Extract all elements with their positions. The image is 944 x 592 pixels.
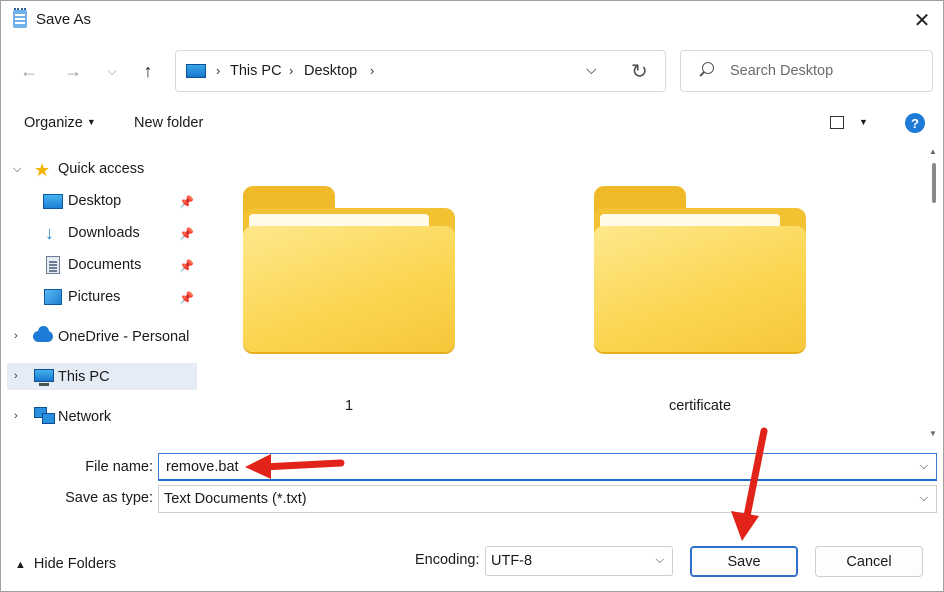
pin-icon: 📌 bbox=[179, 195, 194, 209]
close-button[interactable]: ✕ bbox=[899, 1, 943, 39]
pin-icon: 📌 bbox=[179, 227, 194, 241]
folder-item-icon[interactable] bbox=[594, 186, 806, 356]
back-button[interactable]: ← bbox=[15, 57, 43, 85]
onedrive-icon bbox=[33, 326, 53, 342]
up-button[interactable]: ↑ bbox=[134, 57, 162, 85]
sidebar-item-documents[interactable]: Documents bbox=[68, 257, 141, 273]
save-as-dialog: Save As ✕ ← → ⌵ ↑ › This PC › Desktop › … bbox=[0, 0, 944, 592]
download-icon: ↓ bbox=[45, 223, 54, 243]
scrollbar-thumb[interactable] bbox=[932, 163, 936, 203]
arrow-right-icon: → bbox=[64, 60, 82, 81]
pictures-icon bbox=[44, 289, 62, 305]
chevron-right-icon[interactable]: › bbox=[14, 370, 18, 382]
folder-name[interactable]: certificate bbox=[594, 398, 806, 414]
refresh-icon[interactable]: ↻ bbox=[631, 59, 648, 84]
sidebar-item-desktop[interactable]: Desktop bbox=[68, 193, 121, 209]
folder-name[interactable]: 1 bbox=[243, 398, 455, 414]
save-as-type-label: Save as type: bbox=[65, 490, 153, 506]
arrow-left-icon: ← bbox=[20, 60, 38, 81]
view-options-icon[interactable] bbox=[830, 116, 844, 129]
documents-icon bbox=[46, 256, 60, 274]
breadcrumb-separator-icon: › bbox=[370, 63, 375, 78]
title-bar: Save As ✕ bbox=[1, 1, 943, 41]
chevron-up-icon: ▲ bbox=[15, 559, 26, 571]
organize-label: Organize bbox=[24, 115, 83, 131]
cancel-button[interactable]: Cancel bbox=[815, 546, 923, 577]
this-pc-icon bbox=[186, 64, 206, 78]
sidebar-item-quick-access[interactable]: Quick access bbox=[58, 161, 144, 177]
sidebar-item-network[interactable]: Network bbox=[58, 409, 111, 425]
sidebar-item-downloads[interactable]: Downloads bbox=[68, 225, 140, 241]
hide-folders-label: Hide Folders bbox=[33, 556, 117, 572]
scroll-up-icon[interactable]: ▲ bbox=[929, 147, 937, 156]
arrow-up-icon: ↑ bbox=[143, 60, 153, 81]
breadcrumb-separator-icon: › bbox=[216, 63, 221, 78]
pin-icon: 📌 bbox=[179, 291, 194, 305]
encoding-select[interactable]: UTF-8 ⌵ bbox=[485, 546, 673, 576]
chevron-down-icon[interactable]: ⌵ bbox=[920, 460, 928, 473]
scroll-down-icon[interactable]: ▼ bbox=[929, 429, 937, 438]
address-bar[interactable]: › This PC › Desktop › ⌵ ↻ bbox=[175, 50, 666, 92]
sidebar-item-pictures[interactable]: Pictures bbox=[68, 289, 120, 305]
network-icon bbox=[34, 407, 55, 424]
chevron-right-icon[interactable]: › bbox=[14, 410, 18, 422]
save-button[interactable]: Save bbox=[690, 546, 798, 577]
file-name-field[interactable]: remove.bat ⌵ bbox=[158, 453, 937, 481]
chevron-down-icon[interactable]: ⌵ bbox=[13, 163, 21, 176]
close-icon: ✕ bbox=[913, 9, 931, 32]
save-as-type-select[interactable]: Text Documents (*.txt) ⌵ bbox=[158, 485, 937, 513]
desktop-icon bbox=[43, 194, 63, 209]
notepad-icon bbox=[13, 8, 27, 28]
folder-item-icon[interactable] bbox=[243, 186, 455, 356]
save-as-type-value: Text Documents (*.txt) bbox=[164, 491, 307, 507]
chevron-down-icon: ⌵ bbox=[107, 63, 117, 78]
breadcrumb-desktop[interactable]: Desktop bbox=[304, 63, 357, 79]
search-icon bbox=[699, 62, 714, 76]
hide-folders-button[interactable]: ▲ Hide Folders bbox=[15, 556, 116, 572]
search-box[interactable]: Search Desktop bbox=[680, 50, 933, 92]
breadcrumb-separator-icon: › bbox=[289, 63, 294, 78]
pin-icon: 📌 bbox=[179, 259, 194, 273]
file-name-label: File name: bbox=[85, 459, 153, 475]
chevron-right-icon[interactable]: › bbox=[14, 330, 18, 342]
save-annotation-arrowhead bbox=[731, 511, 759, 541]
file-name-value: remove.bat bbox=[166, 459, 239, 475]
new-folder-button[interactable]: New folder bbox=[134, 115, 203, 131]
sidebar-item-onedrive[interactable]: OneDrive - Personal bbox=[58, 329, 189, 345]
star-icon: ★ bbox=[34, 160, 51, 180]
window-title: Save As bbox=[36, 11, 92, 28]
this-pc-icon bbox=[34, 369, 54, 386]
caret-down-icon: ▼ bbox=[86, 117, 96, 127]
search-placeholder: Search Desktop bbox=[730, 63, 834, 79]
help-icon[interactable]: ? bbox=[905, 113, 925, 133]
forward-button[interactable]: → bbox=[59, 57, 87, 85]
address-dropdown-icon[interactable]: ⌵ bbox=[586, 61, 597, 78]
chevron-down-icon: ⌵ bbox=[655, 554, 664, 566]
encoding-label: Encoding: bbox=[415, 552, 480, 568]
organize-button[interactable]: Organize ▼ bbox=[24, 115, 96, 131]
chevron-down-icon[interactable]: ⌵ bbox=[920, 492, 928, 505]
encoding-value: UTF-8 bbox=[491, 553, 533, 569]
sidebar-item-this-pc[interactable]: This PC bbox=[58, 369, 110, 385]
caret-down-icon[interactable]: ▼ bbox=[859, 117, 868, 127]
recent-locations-button[interactable]: ⌵ bbox=[98, 57, 126, 85]
breadcrumb-this-pc[interactable]: This PC bbox=[230, 63, 282, 79]
